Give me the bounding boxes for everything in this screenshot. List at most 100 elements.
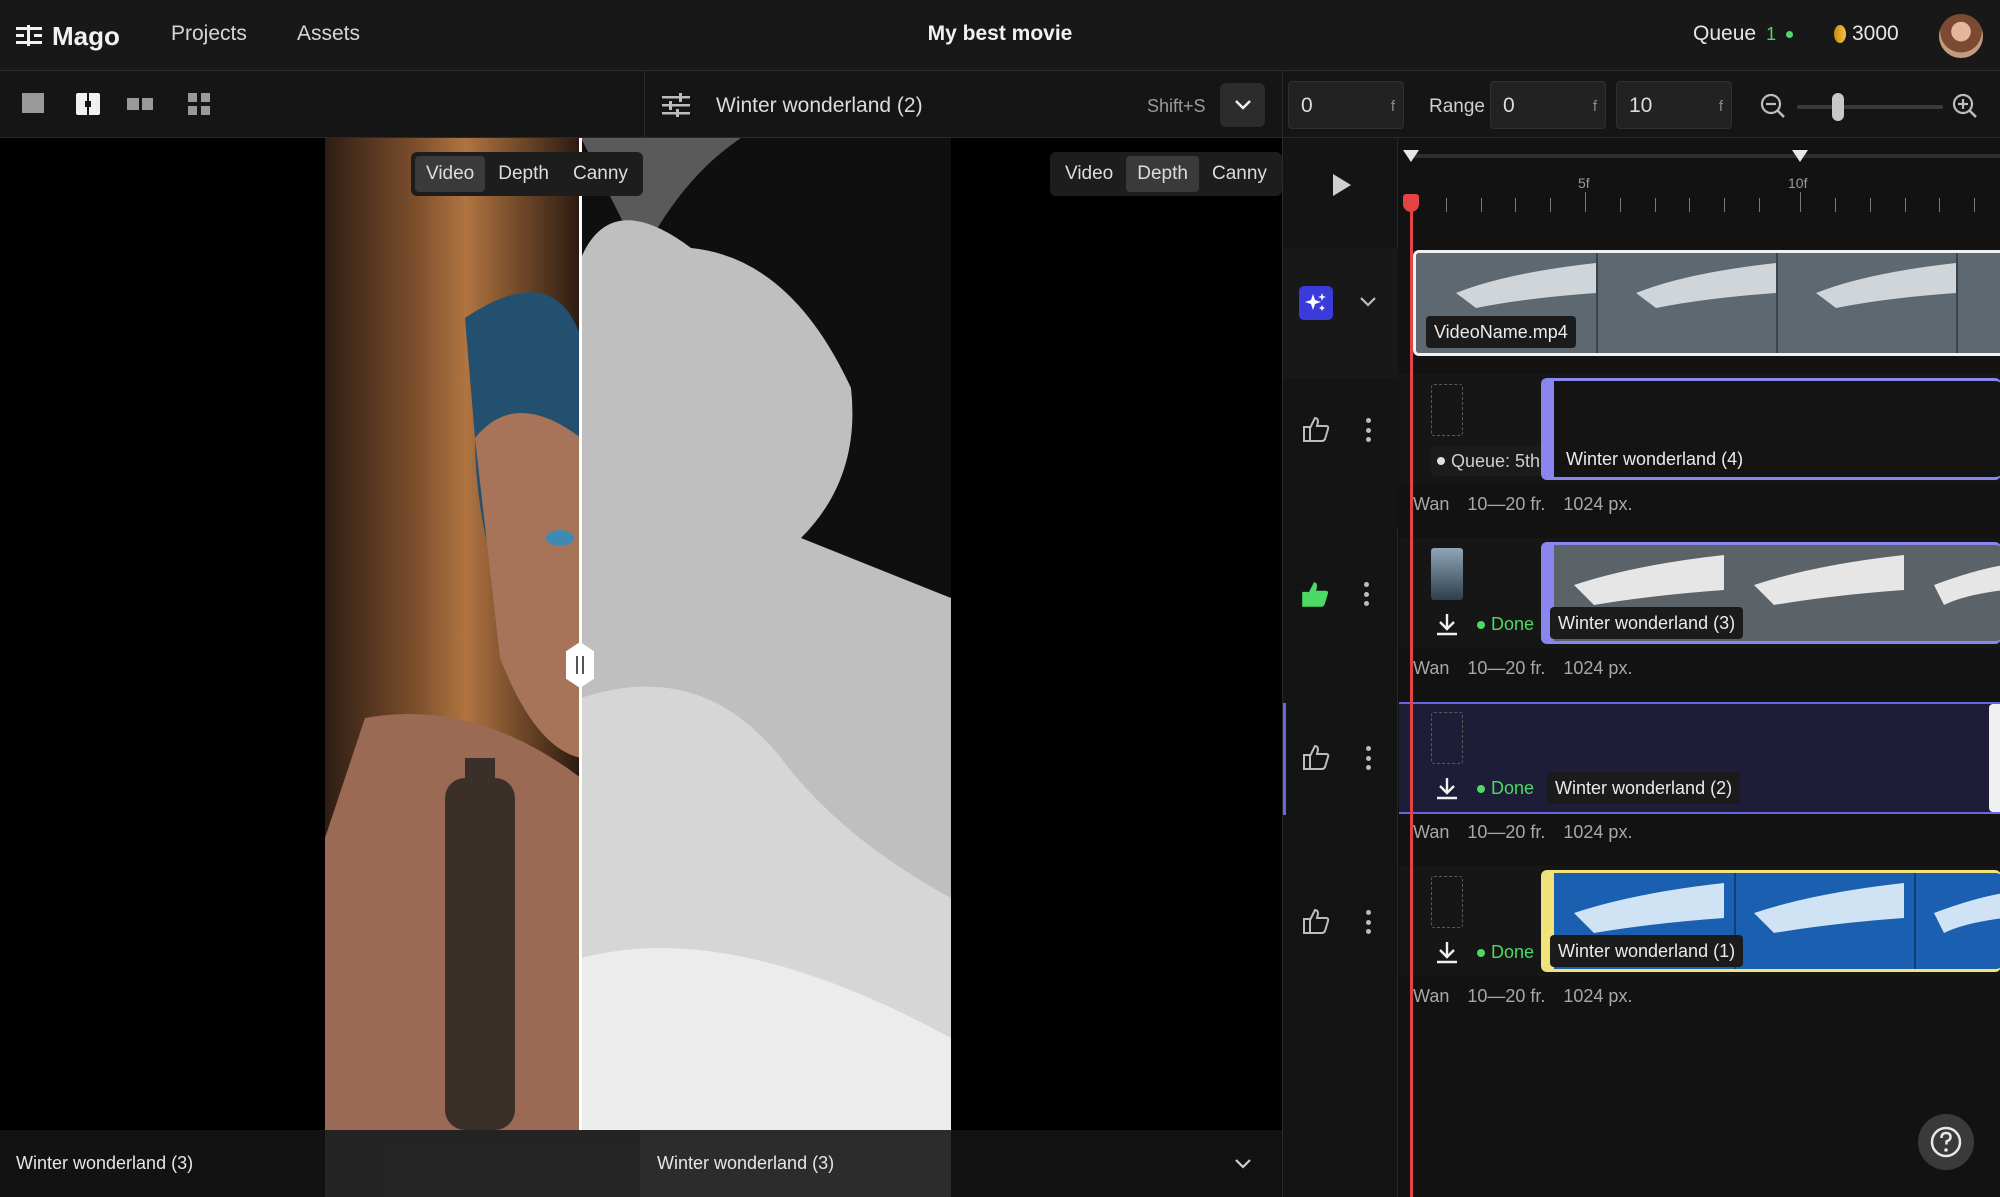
video-frame-left — [325, 138, 581, 1130]
side-by-side-icon — [127, 98, 139, 110]
thumbs-up-icon[interactable] — [1301, 414, 1331, 444]
thumbs-up-icon[interactable] — [1301, 742, 1331, 772]
split-view-icon — [76, 93, 100, 115]
help-icon — [1930, 1126, 1962, 1158]
ruler-label-5f: 5f — [1578, 175, 1590, 191]
nav-projects[interactable]: Projects — [171, 22, 247, 46]
current-frame-value: 0 — [1301, 94, 1313, 117]
zoom-out-icon[interactable] — [1760, 93, 1786, 119]
credits-balance[interactable]: 3000 — [1834, 22, 1899, 46]
generation-clip-4[interactable]: Winter wonderland (4) — [1541, 378, 2000, 480]
timeline-panel: 5f 10f VideoName.mp4 Queue: 5th Winter w… — [1282, 138, 2000, 1197]
playhead-handle[interactable] — [1403, 194, 1419, 212]
video-preview-image — [325, 138, 581, 1130]
generation-meta: Wan 10—20 fr. 1024 px. — [1413, 494, 1633, 514]
queue-status-dot — [1786, 30, 1794, 38]
more-options-button[interactable] — [1363, 582, 1369, 606]
left-mode-video[interactable]: Video — [415, 156, 486, 192]
generation-clip-3[interactable]: Winter wonderland (3) — [1541, 542, 2000, 644]
generation-meta: Wan 10—20 fr. 1024 px. — [1413, 658, 1633, 678]
range-end-input[interactable]: 10 f — [1616, 81, 1732, 129]
source-clip[interactable]: VideoName.mp4 — [1413, 250, 2000, 356]
playhead[interactable] — [1410, 194, 1413, 1197]
generation-clip-label[interactable]: Winter wonderland (2) — [1547, 772, 1741, 804]
play-icon[interactable] — [1333, 174, 1351, 196]
sparkle-icon — [1305, 293, 1326, 311]
chevron-down-icon[interactable] — [1359, 296, 1377, 308]
download-icon[interactable] — [1435, 612, 1459, 638]
zoom-in-icon[interactable] — [1952, 93, 1978, 119]
logo-icon — [16, 25, 42, 46]
generation-clip-1[interactable]: Winter wonderland (1) — [1541, 870, 2000, 972]
done-status: Done — [1477, 614, 1534, 635]
right-mode-video[interactable]: Video — [1054, 156, 1124, 192]
right-mode-switch: Video Depth Canny — [1050, 152, 1282, 196]
frame-unit: f — [1390, 98, 1395, 115]
help-button[interactable] — [1918, 1114, 1974, 1170]
more-options-button[interactable] — [1365, 910, 1371, 934]
timeline-ruler[interactable]: 5f 10f — [1399, 138, 2000, 230]
chevron-down-icon[interactable] — [1234, 1158, 1252, 1170]
ai-sparkle-button[interactable] — [1299, 286, 1333, 320]
depth-preview-image — [581, 138, 951, 1130]
current-frame-input[interactable]: 0 f — [1288, 81, 1404, 129]
range-label: Range — [1429, 96, 1485, 117]
generation-clip-label: Winter wonderland (3) — [1550, 607, 1744, 639]
view-split-button[interactable] — [76, 93, 102, 115]
toolbar: Winter wonderland (2) Shift+S 0 f Range … — [0, 71, 2000, 138]
queue-status: Queue: 5th — [1431, 446, 1547, 476]
thumbnail-placeholder — [1431, 712, 1463, 764]
depth-frame-right — [581, 138, 951, 1130]
generation-clip-label: Winter wonderland (4) — [1566, 448, 1744, 469]
left-caption: Winter wonderland (3) — [16, 1153, 194, 1173]
right-mode-canny[interactable]: Canny — [1201, 156, 1278, 192]
project-title[interactable]: My best movie — [928, 22, 1073, 45]
single-view-icon — [22, 93, 44, 113]
range-start-input[interactable]: 0 f — [1490, 81, 1606, 129]
settings-sliders-icon[interactable] — [662, 93, 690, 117]
range-end-value: 10 — [1629, 94, 1653, 117]
nav-assets[interactable]: Assets — [297, 22, 360, 46]
download-icon[interactable] — [1435, 940, 1459, 966]
avatar[interactable] — [1939, 14, 1983, 58]
thumbs-up-filled-icon[interactable] — [1299, 578, 1331, 610]
compare-split-handle[interactable] — [566, 642, 594, 688]
chevron-down-icon — [1234, 100, 1251, 110]
done-status: Done — [1477, 778, 1534, 799]
generation-meta: Wan 10—20 fr. 1024 px. — [1413, 822, 1633, 842]
thumbnail-placeholder — [1431, 384, 1463, 436]
range-start-value: 0 — [1503, 94, 1515, 117]
generation-meta: Wan 10—20 fr. 1024 px. — [1413, 986, 1633, 1006]
credits-value: 3000 — [1852, 22, 1899, 45]
queue-indicator[interactable]: Queue 1 — [1693, 22, 1794, 46]
view-side-by-side-button[interactable] — [127, 93, 153, 115]
ruler-label-10f: 10f — [1788, 175, 1808, 191]
shortcut-hint: Shift+S — [1147, 96, 1206, 116]
view-grid-button[interactable] — [188, 93, 214, 115]
queue-label: Queue — [1693, 22, 1757, 45]
left-mode-switch: Video Depth Canny — [411, 152, 643, 196]
left-mode-depth[interactable]: Depth — [487, 156, 560, 192]
zoom-slider-track[interactable] — [1797, 105, 1943, 109]
right-mode-depth[interactable]: Depth — [1126, 156, 1199, 192]
generation-dropdown-button[interactable] — [1220, 83, 1265, 127]
thumbs-up-icon[interactable] — [1301, 906, 1331, 936]
compare-split-line[interactable] — [579, 138, 582, 1130]
more-options-button[interactable] — [1365, 418, 1371, 442]
view-single-button[interactable] — [22, 93, 48, 115]
left-mode-canny[interactable]: Canny — [562, 156, 639, 192]
selected-row-indicator — [1283, 703, 1286, 815]
zoom-slider-handle[interactable] — [1832, 93, 1844, 121]
more-options-button[interactable] — [1365, 746, 1371, 770]
logo[interactable]: Mago — [16, 20, 120, 52]
grid-view-icon — [188, 93, 210, 115]
compare-viewer[interactable]: Video Depth Canny Video Depth Canny Wint… — [0, 138, 1282, 1197]
right-caption[interactable]: Winter wonderland (3) — [641, 1130, 951, 1197]
thumbnail-placeholder — [1431, 876, 1463, 928]
top-bar: Mago Projects Assets My best movie Queue… — [0, 0, 2000, 71]
generation-name: Winter wonderland (2) — [716, 94, 923, 117]
generation-thumbnail[interactable] — [1431, 548, 1463, 600]
download-icon[interactable] — [1435, 776, 1459, 802]
done-status: Done — [1477, 942, 1534, 963]
logo-text: Mago — [52, 20, 120, 51]
